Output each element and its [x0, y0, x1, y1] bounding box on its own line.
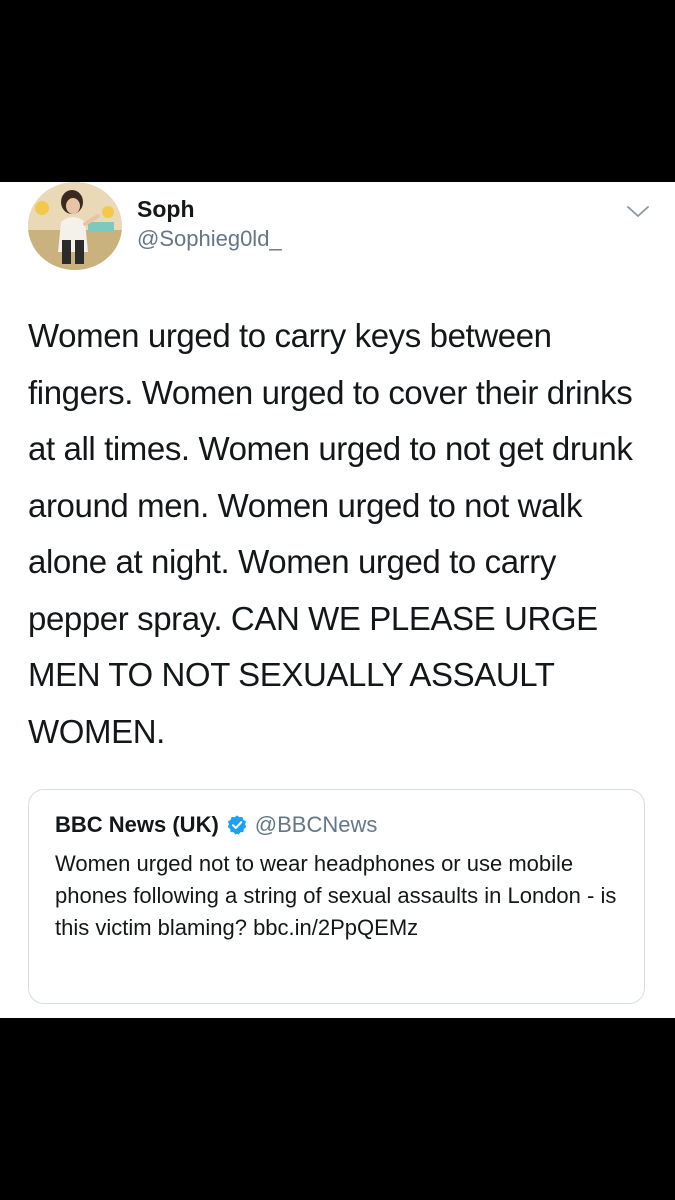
chevron-down-icon[interactable]: [624, 202, 652, 222]
display-name[interactable]: Soph: [137, 196, 195, 223]
tweet-card[interactable]: Soph @Sophieg0ld_ Women urged to carry k…: [0, 182, 675, 1018]
avatar[interactable]: [28, 182, 122, 270]
profile-photo-icon: [28, 182, 122, 270]
quoted-tweet[interactable]: BBC News (UK) @BBCNews Women urged not t…: [28, 789, 645, 1004]
tweet-text: Women urged to carry keys between finger…: [28, 317, 633, 750]
quoted-user-handle[interactable]: @BBCNews: [255, 812, 378, 838]
verified-badge-icon: [227, 815, 246, 835]
quoted-tweet-header: BBC News (UK) @BBCNews: [55, 812, 377, 838]
user-handle[interactable]: @Sophieg0ld_: [137, 226, 282, 252]
quoted-tweet-text: Women urged not to wear headphones or us…: [55, 851, 617, 940]
quoted-display-name[interactable]: BBC News (UK): [55, 812, 219, 838]
bottom-letterbox: [0, 1018, 675, 1200]
top-letterbox: [0, 0, 675, 182]
